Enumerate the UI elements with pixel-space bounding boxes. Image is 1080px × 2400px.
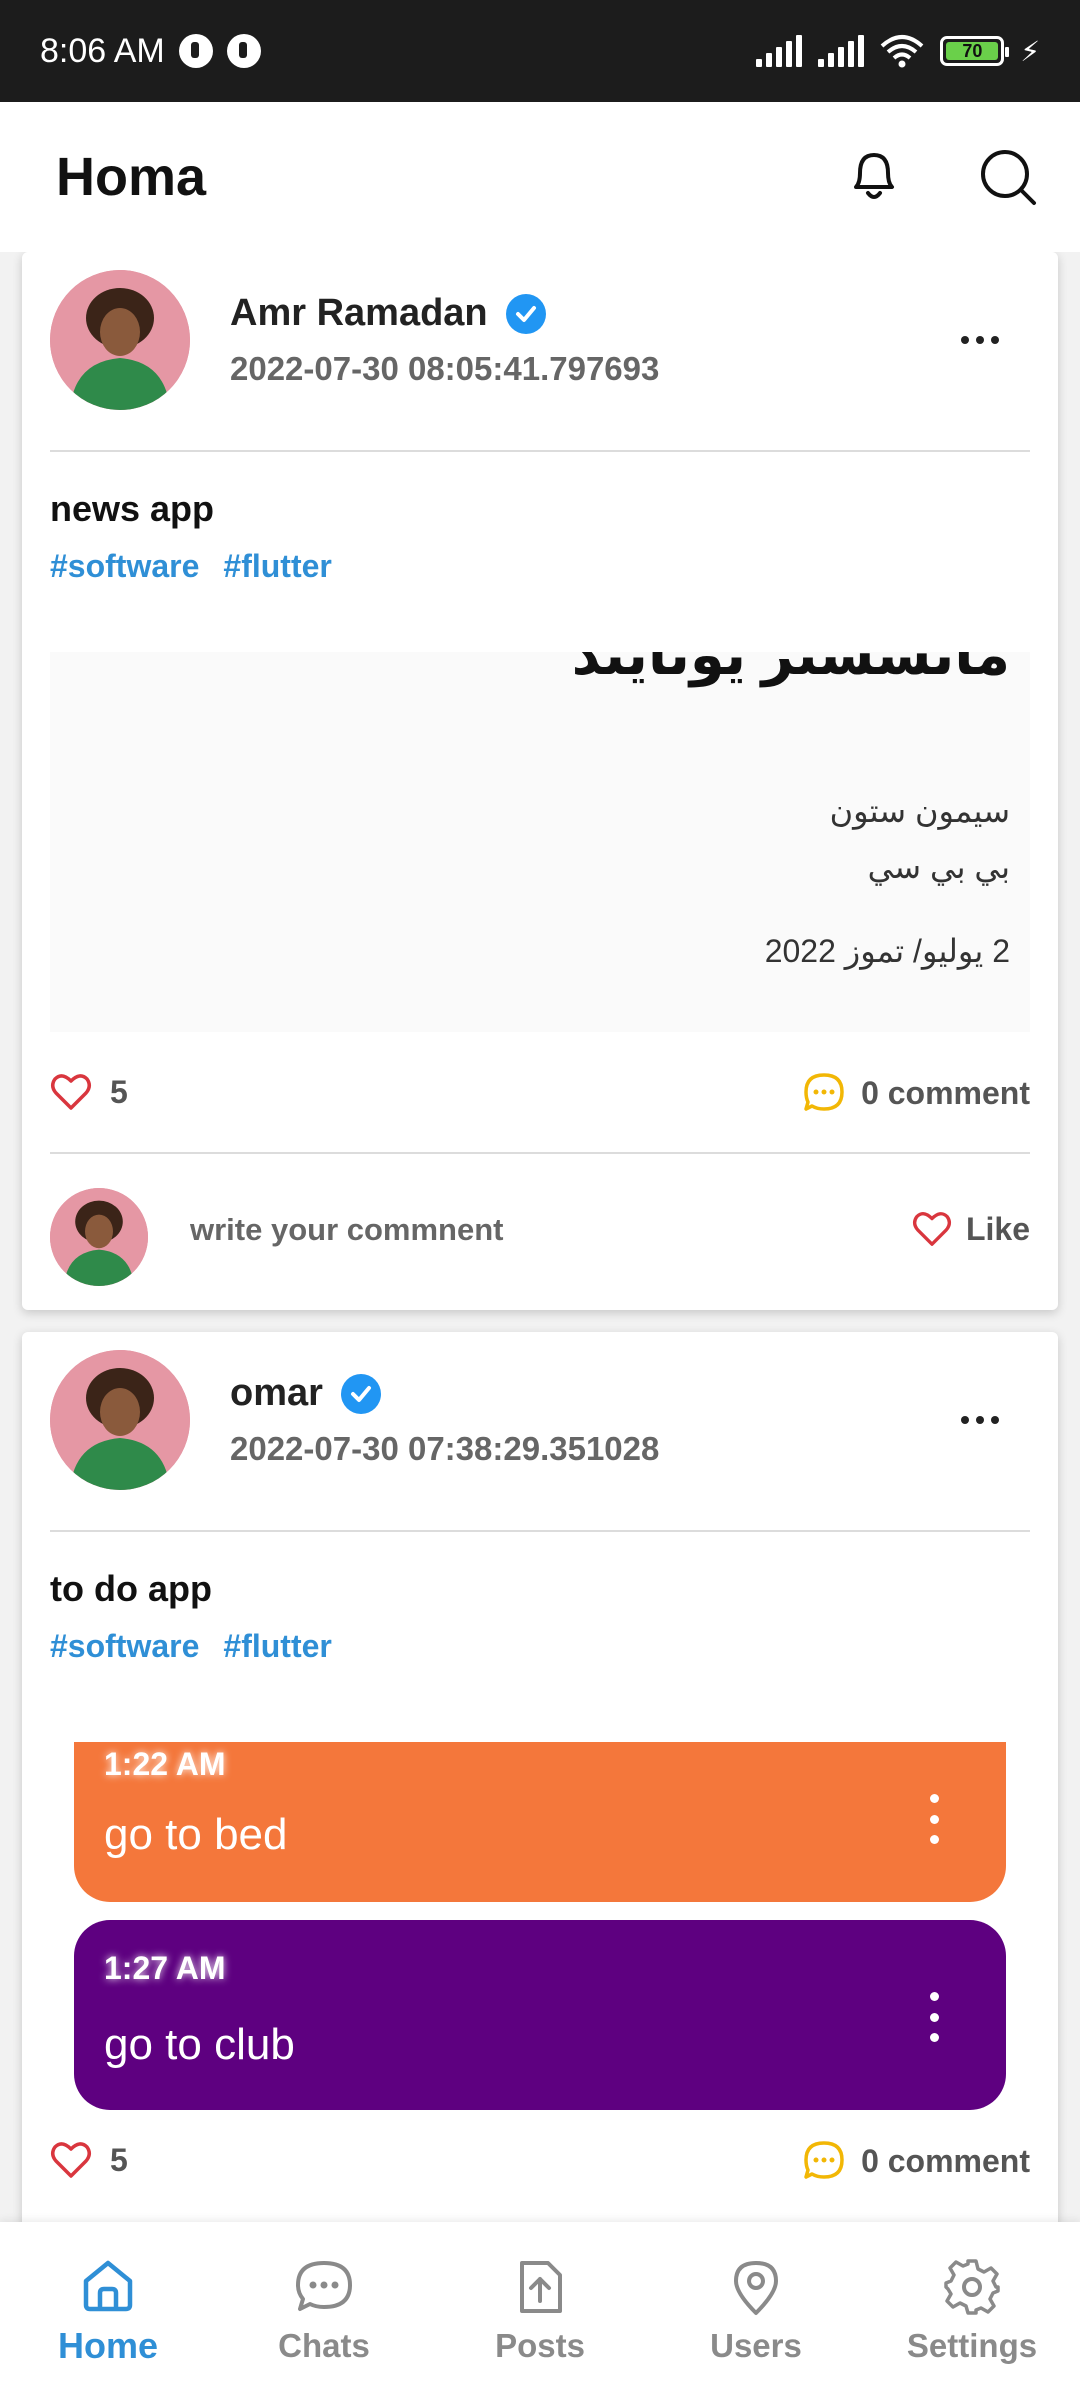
nav-settings[interactable]: Settings xyxy=(864,2222,1080,2400)
nav-label: Settings xyxy=(906,2327,1038,2364)
post-header: Amr Ramadan 2022-07-30 08:05:41.797693 xyxy=(50,270,1030,410)
post-timestamp: 2022-07-30 08:05:41.797693 xyxy=(230,350,660,387)
avatar[interactable] xyxy=(50,1350,190,1490)
app-title: Homa xyxy=(56,147,207,207)
wifi-icon xyxy=(880,35,924,68)
post-card: Amr Ramadan 2022-07-30 08:05:41.797693 n… xyxy=(22,252,1058,1310)
comment-bubble-icon xyxy=(804,1073,844,1111)
like-count[interactable]: 5 xyxy=(50,1072,128,1112)
like-button-label: Like xyxy=(965,1210,1030,1247)
bell-icon[interactable] xyxy=(842,145,906,209)
task-card[interactable]: 1:27 AM go to club xyxy=(74,1920,1006,2110)
post-tags: #software #flutter xyxy=(50,1628,332,1665)
search-icon[interactable] xyxy=(976,145,1040,209)
post-title: to do app xyxy=(50,1568,212,1609)
charging-icon: ⚡ xyxy=(1020,35,1040,67)
notification-indicator-icon xyxy=(178,34,213,68)
battery-icon: 70 xyxy=(940,36,1010,66)
avatar xyxy=(50,1188,148,1286)
home-icon xyxy=(83,2260,133,2312)
like-count-value: 5 xyxy=(110,1073,128,1110)
comment-count[interactable]: 0 comment xyxy=(803,1072,1030,1114)
task-more-icon[interactable] xyxy=(924,1992,944,2042)
avatar[interactable] xyxy=(50,270,190,410)
post-tags: #software #flutter xyxy=(50,548,332,585)
like-count-value: 5 xyxy=(110,2141,128,2178)
nav-label: Chats xyxy=(278,2327,370,2364)
notification-indicator-icon xyxy=(226,34,261,68)
comment-composer: Like xyxy=(50,1182,1030,1292)
nav-home[interactable]: Home xyxy=(0,2222,216,2400)
post-image-news-preview[interactable]: مانشستر يونايتد سيمون ستون بي بي سي 2 يو… xyxy=(50,652,1030,1032)
author-name[interactable]: omar xyxy=(230,1372,323,1415)
news-author: سيمون ستون xyxy=(829,793,1010,829)
divider xyxy=(50,1152,1030,1154)
comment-input[interactable] xyxy=(190,1212,790,1248)
post-timestamp: 2022-07-30 07:38:29.351028 xyxy=(230,1430,660,1467)
author-name[interactable]: Amr Ramadan xyxy=(230,292,488,335)
task-more-icon[interactable] xyxy=(924,1794,944,1844)
post-card: omar 2022-07-30 07:38:29.351028 to do ap… xyxy=(22,1332,1058,2222)
task-text: go to club xyxy=(104,2020,295,2069)
tag-link[interactable]: #flutter xyxy=(223,548,331,585)
more-options-icon[interactable] xyxy=(950,1400,1010,1440)
chat-icon xyxy=(296,2261,352,2311)
verified-badge-icon xyxy=(505,293,546,334)
task-card[interactable]: 1:22 AM go to bed xyxy=(74,1742,1006,1902)
heart-icon xyxy=(912,1212,951,1246)
divider xyxy=(50,1530,1030,1532)
post-header: omar 2022-07-30 07:38:29.351028 xyxy=(50,1350,1030,1490)
cell-signal-icon xyxy=(818,35,865,67)
comment-count-value: 0 comment xyxy=(861,2142,1030,2179)
like-button[interactable]: Like xyxy=(912,1210,1030,1248)
divider xyxy=(50,450,1030,452)
nav-chats[interactable]: Chats xyxy=(216,2222,432,2400)
gear-icon xyxy=(944,2259,1000,2315)
nav-label: Posts xyxy=(495,2327,585,2364)
bottom-navigation: Home Chats Posts Users Settings xyxy=(0,2222,1080,2400)
task-time: 1:22 AM xyxy=(104,1746,226,1782)
heart-icon xyxy=(51,1074,91,1110)
cell-signal-icon xyxy=(756,35,803,67)
status-bar: 8:06 AM 70 ⚡ xyxy=(0,0,1080,102)
comment-bubble-icon xyxy=(804,2141,844,2179)
task-text: go to bed xyxy=(104,1810,288,1859)
news-source: بي بي سي xyxy=(867,849,1010,885)
post-feed[interactable]: Amr Ramadan 2022-07-30 08:05:41.797693 n… xyxy=(0,252,1080,2222)
comment-count-value: 0 comment xyxy=(861,1074,1030,1111)
comment-count[interactable]: 0 comment xyxy=(803,2140,1030,2182)
upload-file-icon xyxy=(520,2261,562,2313)
news-headline: مانشستر يونايتد xyxy=(571,652,1010,686)
heart-icon xyxy=(51,2142,91,2178)
app-bar: Homa xyxy=(0,102,1080,252)
nav-label: Users xyxy=(710,2327,802,2364)
tag-link[interactable]: #flutter xyxy=(223,1628,331,1665)
like-count[interactable]: 5 xyxy=(50,2140,128,2180)
post-title: news app xyxy=(50,488,215,529)
status-time: 8:06 AM xyxy=(40,31,165,70)
more-options-icon[interactable] xyxy=(950,320,1010,360)
news-date: 2 يوليو/ تموز 2022 xyxy=(764,933,1010,969)
verified-badge-icon xyxy=(340,1373,381,1414)
battery-level: 70 xyxy=(946,41,999,61)
tag-link[interactable]: #software xyxy=(50,1628,199,1665)
nav-users[interactable]: Users xyxy=(648,2222,864,2400)
location-pin-icon xyxy=(734,2261,778,2315)
nav-posts[interactable]: Posts xyxy=(432,2222,648,2400)
nav-label: Home xyxy=(57,2325,159,2366)
task-time: 1:27 AM xyxy=(104,1950,226,1986)
tag-link[interactable]: #software xyxy=(50,548,199,585)
